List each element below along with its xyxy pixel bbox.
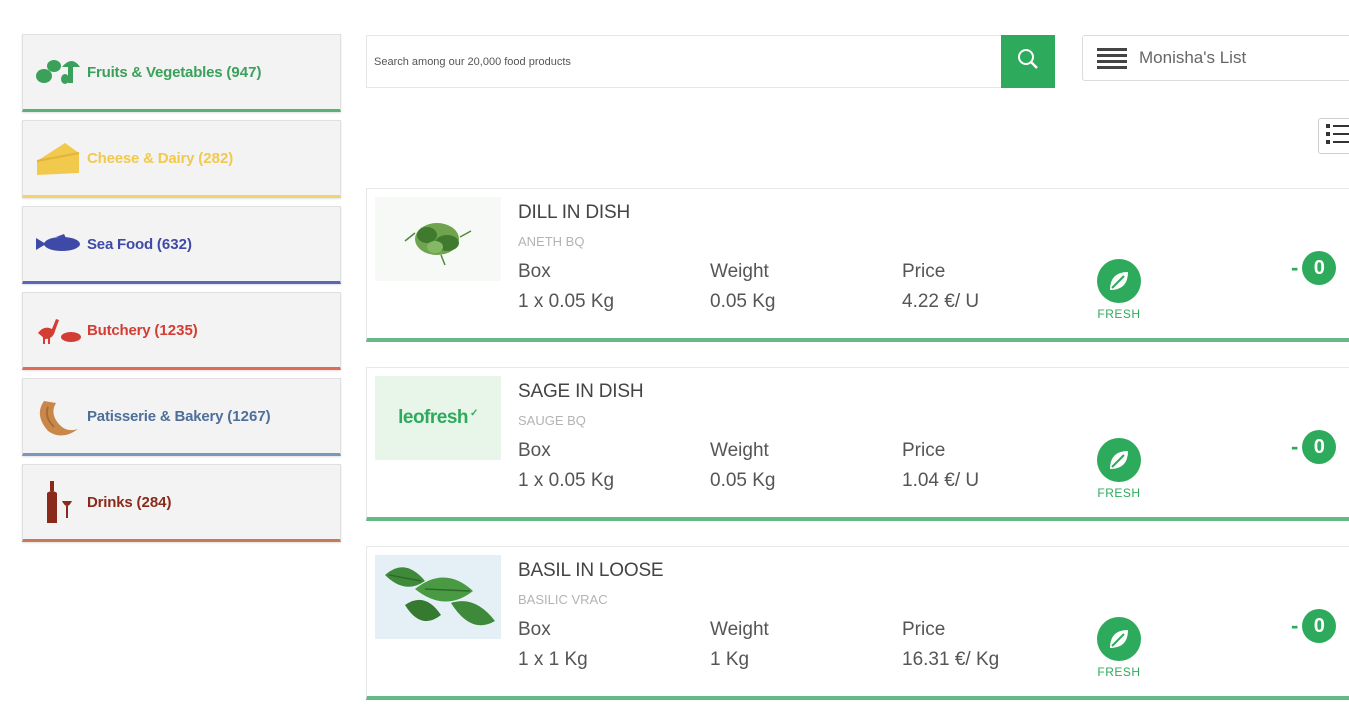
fresh-label: FRESH: [1097, 486, 1141, 500]
shopping-list-selector[interactable]: Monisha's List: [1082, 35, 1349, 81]
category-sidebar: Fruits & Vegetables (947) Cheese & Dairy…: [22, 34, 341, 550]
product-name[interactable]: SAGE IN DISH: [518, 381, 644, 403]
product-box: Box 1 x 0.05 Kg: [518, 257, 614, 317]
fresh-badge: FRESH: [1094, 438, 1144, 500]
box-value: 1 x 0.05 Kg: [518, 470, 615, 491]
price-label: Price: [902, 261, 946, 282]
category-drinks[interactable]: Drinks (284): [22, 464, 341, 542]
category-butchery[interactable]: Butchery (1235): [22, 292, 341, 370]
leaf-icon: [1097, 259, 1141, 303]
leaf-icon: [1097, 438, 1141, 482]
vegetables-icon: [33, 49, 83, 95]
poultry-icon: [33, 307, 83, 353]
product-price: Price 1.04 €/ U: [902, 436, 979, 496]
category-cheese-dairy[interactable]: Cheese & Dairy (282): [22, 120, 341, 198]
price-label: Price: [902, 619, 946, 640]
fish-icon: [33, 221, 83, 267]
price-value: 16.31 €/ Kg: [902, 649, 1000, 670]
croissant-icon: [33, 393, 83, 439]
category-label: Butchery: [87, 321, 151, 339]
search-input[interactable]: [367, 36, 1001, 87]
category-label: Patisserie & Bakery: [87, 407, 224, 425]
product-card[interactable]: DILL IN DISH ANETH BQ Box 1 x 0.05 Kg We…: [366, 188, 1349, 342]
category-count: (1267): [227, 407, 271, 425]
leaf-mark-icon: ✓: [470, 407, 478, 419]
search-bar: [366, 35, 1055, 88]
weight-label: Weight: [710, 261, 769, 282]
product-name[interactable]: BASIL IN LOOSE: [518, 560, 664, 582]
cheese-icon: [33, 135, 83, 181]
product-weight: Weight 0.05 Kg: [710, 436, 776, 496]
category-sea-food[interactable]: Sea Food (632): [22, 206, 341, 284]
weight-value: 0.05 Kg: [710, 470, 776, 491]
weight-value: 0.05 Kg: [710, 291, 776, 312]
product-image-dill: [375, 197, 501, 281]
product-box: Box 1 x 1 Kg: [518, 615, 588, 675]
product-box: Box 1 x 0.05 Kg: [518, 436, 614, 496]
fresh-badge: FRESH: [1094, 617, 1144, 679]
fresh-label: FRESH: [1097, 307, 1141, 321]
product-image-placeholder: leofresh ✓: [375, 376, 501, 460]
product-name[interactable]: DILL IN DISH: [518, 202, 630, 224]
category-label: Drinks: [87, 493, 133, 511]
decrease-button[interactable]: -: [1291, 613, 1298, 639]
quantity-count[interactable]: 0: [1302, 609, 1337, 643]
box-value: 1 x 0.05 Kg: [518, 291, 615, 312]
wine-icon: [33, 479, 83, 525]
decrease-button[interactable]: -: [1291, 434, 1298, 460]
product-list: DILL IN DISH ANETH BQ Box 1 x 0.05 Kg We…: [366, 188, 1349, 706]
category-count: (632): [156, 235, 192, 253]
list-icon: [1097, 47, 1127, 69]
quantity-stepper: - 0: [1291, 430, 1337, 464]
product-weight: Weight 0.05 Kg: [710, 257, 776, 317]
product-subname: SAUGE BQ: [518, 413, 586, 428]
leaf-icon: [1097, 617, 1141, 661]
price-value: 1.04 €/ U: [902, 470, 980, 491]
quantity-stepper: - 0: [1291, 251, 1337, 285]
category-label: Cheese & Dairy: [87, 149, 195, 167]
list-view-icon: [1324, 121, 1349, 152]
list-view-toggle[interactable]: [1318, 118, 1349, 154]
leofresh-logo: leofresh ✓: [375, 376, 501, 460]
category-count: (284): [136, 493, 172, 511]
weight-value: 1 Kg: [710, 649, 750, 670]
category-count: (1235): [154, 321, 198, 339]
category-patisserie-bakery[interactable]: Patisserie & Bakery (1267): [22, 378, 341, 456]
product-card[interactable]: BASIL IN LOOSE BASILIC VRAC Box 1 x 1 Kg…: [366, 546, 1349, 700]
product-price: Price 16.31 €/ Kg: [902, 615, 999, 675]
fresh-label: FRESH: [1097, 665, 1141, 679]
price-value: 4.22 €/ U: [902, 291, 980, 312]
product-card[interactable]: leofresh ✓ SAGE IN DISH SAUGE BQ Box 1 x…: [366, 367, 1349, 521]
box-label: Box: [518, 619, 551, 640]
fresh-badge: FRESH: [1094, 259, 1144, 321]
product-price: Price 4.22 €/ U: [902, 257, 979, 317]
box-value: 1 x 1 Kg: [518, 649, 588, 670]
quantity-stepper: - 0: [1291, 609, 1337, 643]
weight-label: Weight: [710, 619, 769, 640]
weight-label: Weight: [710, 440, 769, 461]
product-subname: BASILIC VRAC: [518, 592, 608, 607]
box-label: Box: [518, 440, 551, 461]
quantity-count[interactable]: 0: [1302, 430, 1337, 464]
search-icon: [1016, 47, 1040, 76]
product-image-basil: [375, 555, 501, 639]
page: Fruits & Vegetables (947) Cheese & Dairy…: [0, 0, 1349, 706]
leofresh-logo-text: leofresh: [398, 407, 469, 428]
search-button[interactable]: [1001, 35, 1055, 88]
category-count: (947): [226, 63, 262, 81]
box-label: Box: [518, 261, 551, 282]
decrease-button[interactable]: -: [1291, 255, 1298, 281]
category-count: (282): [198, 149, 234, 167]
quantity-count[interactable]: 0: [1302, 251, 1337, 285]
shopping-list-name: Monisha's List: [1139, 48, 1247, 67]
category-label: Fruits & Vegetables: [87, 63, 223, 81]
category-fruits-vegetables[interactable]: Fruits & Vegetables (947): [22, 34, 341, 112]
product-weight: Weight 1 Kg: [710, 615, 769, 675]
product-subname: ANETH BQ: [518, 234, 585, 249]
category-label: Sea Food: [87, 235, 153, 253]
price-label: Price: [902, 440, 946, 461]
